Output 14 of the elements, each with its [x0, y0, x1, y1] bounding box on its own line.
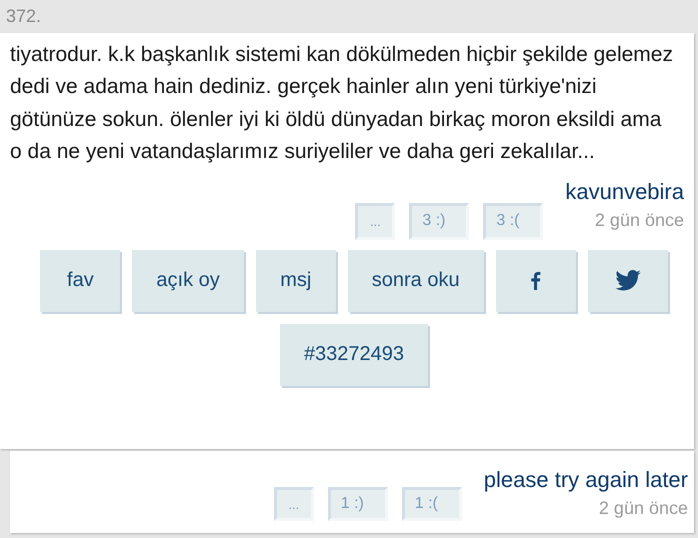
action-button[interactable]: açık oy [132, 250, 244, 312]
author-link[interactable]: please try again later [484, 465, 688, 495]
entry-number: 372. [6, 6, 42, 27]
bird-icon [614, 270, 641, 292]
author-link[interactable]: kavunvebira [565, 176, 684, 207]
entry-date: 2 gün önce [594, 208, 684, 232]
action-button[interactable]: #33272493 [280, 324, 428, 386]
entry-text: tiyatrodur. k.k başkanlık sistemi kan dökülmeden hiçbir şekilde gelemez dedi ve adama hain dediniz. gerçek hainler alın yeni türkiye'nizi götünüze sokun. ölenler iyi ki öldü dünyadan birkaç moron eksildi ama o da ne yeni vatandaşlarımız suriyeliler ve daha geri zekalılar... [10, 42, 674, 166]
entry-date: 2 gün önce [598, 497, 688, 520]
action-button[interactable]: fav [40, 250, 120, 312]
share-button[interactable] [588, 250, 668, 312]
facebook-icon [530, 271, 542, 290]
action-button[interactable]: sonra oku [348, 250, 484, 312]
action-button[interactable]: msj [256, 250, 336, 312]
